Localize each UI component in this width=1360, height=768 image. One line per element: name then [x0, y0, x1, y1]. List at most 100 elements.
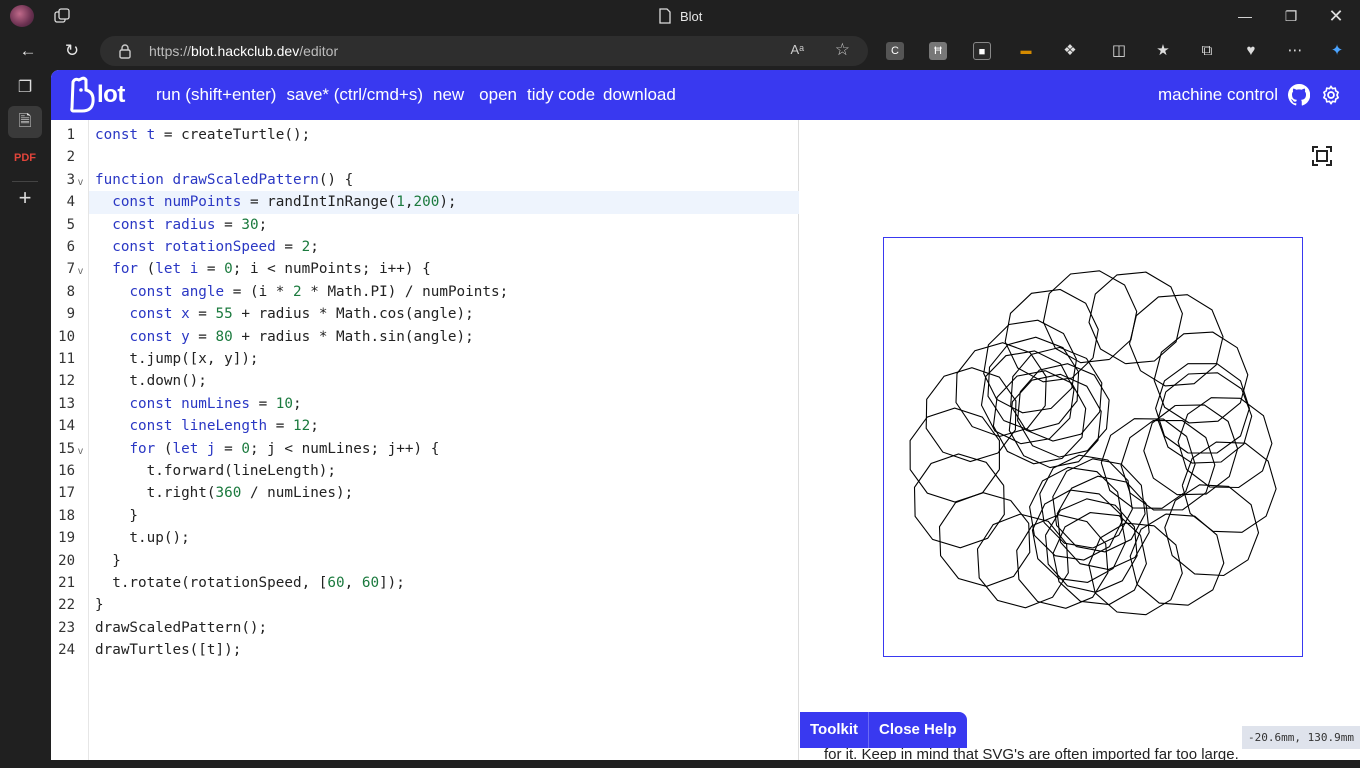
line-number: 3 [66, 171, 75, 188]
code-line[interactable]: drawScaledPattern(); [95, 617, 267, 639]
refresh-icon[interactable]: ↻ [60, 39, 84, 63]
download-button[interactable]: download [603, 85, 676, 105]
extension-h-icon[interactable]: Ħ [929, 42, 947, 60]
code-line[interactable]: const lineLength = 12; [95, 415, 318, 437]
identifier-token: lineLength [181, 418, 268, 435]
code-token: = [267, 418, 293, 435]
number-token: 2 [293, 283, 302, 300]
extension-box-icon[interactable]: ■ [973, 42, 991, 60]
blot-logo[interactable]: lot [69, 76, 125, 114]
code-line[interactable]: const t = createTurtle(); [95, 124, 310, 146]
settings-gear-icon[interactable] [1320, 84, 1342, 106]
code-token: = [189, 328, 216, 345]
drawing-canvas[interactable] [883, 237, 1303, 657]
copilot-icon[interactable]: ✦ [1326, 40, 1348, 62]
code-token: = [275, 239, 302, 255]
code-line[interactable]: } [95, 550, 121, 572]
restore-button[interactable]: ❐ [1279, 4, 1303, 28]
line-number: 17 [58, 485, 75, 502]
split-screen-icon[interactable]: ◫ [1108, 40, 1130, 62]
vertical-tab-page-icon[interactable]: 🗎 [8, 106, 42, 138]
code-line[interactable]: const rotationSpeed = 2; [95, 236, 319, 258]
identifier-token: numPoints [163, 194, 242, 211]
tidy-code-button[interactable]: tidy code [527, 85, 595, 105]
code-line[interactable]: for (let j = 0; j < numLines; j++) { [95, 438, 439, 460]
extension-c-icon[interactable]: C [886, 42, 904, 60]
code-line[interactable]: const numPoints = randIntInRange(1,200); [95, 191, 457, 213]
code-line[interactable]: t.up(); [95, 527, 189, 549]
code-line[interactable]: t.rotate(rotationSpeed, [60, 60]); [95, 572, 405, 594]
code-line[interactable]: const numLines = 10; [95, 393, 301, 415]
keyword-token: const [129, 418, 173, 435]
more-menu-icon[interactable]: ⋯ [1284, 40, 1306, 62]
code-editor[interactable]: 1 2 3 v 4 5 6 7 v 8 9 10 11 12 13 14 15 v 16 17 18 19 20 21 22 23… [51, 120, 799, 760]
fold-chevron-icon[interactable]: v [78, 169, 83, 191]
extensions-puzzle-icon[interactable]: ❖ [1059, 40, 1081, 62]
code-line[interactable]: const angle = (i * 2 * Math.PI) / numPoi… [95, 281, 508, 303]
code-line[interactable]: for (let i = 0; i < numPoints; i++) { [95, 258, 431, 280]
code-line[interactable]: const radius = 30; [95, 214, 267, 236]
code-line[interactable]: t.right(360 / numLines); [95, 482, 354, 504]
code-line[interactable]: } [95, 505, 138, 527]
tab-actions-icon[interactable]: ❐ [8, 72, 42, 104]
collections-icon[interactable]: ⧉ [1196, 40, 1218, 62]
github-icon[interactable] [1288, 84, 1310, 106]
keyword-token: let [172, 440, 199, 457]
code-line[interactable]: t.jump([x, y]); [95, 348, 258, 370]
code-line[interactable]: const x = 55 + radius * Math.cos(angle); [95, 303, 473, 325]
keyword-token: const [95, 127, 139, 143]
number-token: 200 [413, 194, 440, 211]
keyword-token: const [112, 239, 156, 255]
new-tab-plus-icon[interactable]: + [8, 182, 42, 214]
toolkit-tab[interactable]: Toolkit [800, 712, 869, 748]
turtle-path [1120, 419, 1216, 511]
number-token: 12 [293, 418, 311, 435]
browser-sidebar: ❐ 🗎 PDF + [0, 70, 51, 768]
fullscreen-icon[interactable] [1311, 145, 1333, 167]
code-line[interactable]: } [95, 594, 104, 616]
favorites-icon[interactable]: ★ [1152, 40, 1174, 62]
save-button[interactable]: save* (ctrl/cmd+s) [286, 85, 423, 105]
read-aloud-icon[interactable]: Aᵃ [790, 42, 804, 57]
close-window-button[interactable]: ✕ [1324, 4, 1348, 28]
url-prefix: https:// [149, 43, 192, 59]
line-number: 16 [58, 463, 75, 479]
new-button[interactable]: new [433, 85, 464, 105]
pdf-tab-icon[interactable]: PDF [8, 142, 42, 174]
machine-control-button[interactable]: machine control [1158, 85, 1278, 105]
line-number: 19 [58, 530, 75, 547]
close-help-tab[interactable]: Close Help [868, 712, 967, 748]
line-number: 14 [58, 418, 75, 435]
code-token: + radius * Math.sin(angle); [232, 328, 474, 345]
code-line[interactable]: const y = 80 + radius * Math.sin(angle); [95, 326, 474, 348]
fold-chevron-icon[interactable]: v [78, 258, 83, 280]
code-content[interactable]: const t = createTurtle(); function drawSc… [89, 120, 799, 760]
performance-icon[interactable]: ♥ [1240, 40, 1262, 62]
code-line[interactable]: t.forward(lineLength); [95, 460, 336, 482]
open-button[interactable]: open [479, 85, 517, 105]
extension-tool-icon[interactable]: ▬ [1017, 42, 1035, 60]
code-line[interactable]: t.down(); [95, 370, 206, 392]
code-line[interactable]: function drawScaledPattern() { [95, 169, 353, 191]
run-button[interactable]: run (shift+enter) [156, 85, 276, 105]
minimize-button[interactable]: — [1233, 4, 1257, 28]
favorite-star-icon[interactable]: ☆ [835, 40, 850, 60]
profile-avatar[interactable] [10, 5, 34, 27]
address-bar[interactable]: https://blot.hackclub.dev/editor Aᵃ ☆ [100, 36, 868, 66]
back-arrow-icon[interactable]: ← [16, 39, 40, 63]
main-menu: run (shift+enter) save* (ctrl/cmd+s) new… [156, 85, 686, 105]
workspaces-icon[interactable] [54, 8, 70, 24]
fold-chevron-icon[interactable]: v [78, 438, 83, 460]
line-number: 12 [58, 373, 75, 390]
code-token: ); [439, 194, 457, 211]
code-line[interactable]: drawTurtles([t]); [95, 639, 241, 661]
number-token: 60 [361, 575, 380, 591]
browser-title-bar: Blot — ❐ ✕ [0, 0, 1360, 32]
